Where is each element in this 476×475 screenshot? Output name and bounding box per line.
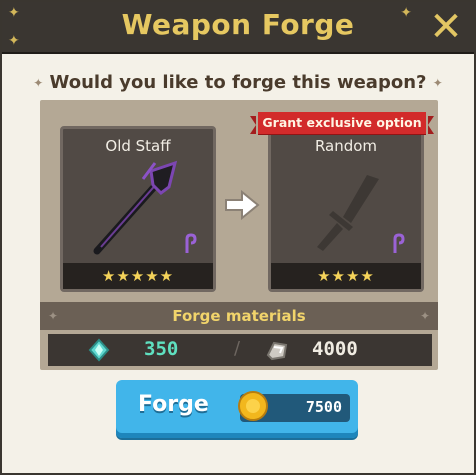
ornament-left-icon: ✦ bbox=[48, 309, 59, 323]
forge-price-value: 7500 bbox=[305, 398, 342, 416]
sword-silhouette-icon bbox=[317, 175, 379, 251]
ornament-left-icon: ✦ bbox=[33, 76, 44, 90]
materials-title: Forge materials bbox=[172, 307, 306, 325]
exclusive-option-ribbon: Grant exclusive option bbox=[250, 112, 434, 134]
forge-price: 7500 bbox=[238, 391, 350, 422]
forge-button[interactable]: Forge 7500 bbox=[116, 380, 358, 438]
dialog-header: ✦ ✦ ✦ Weapon Forge ✕ bbox=[2, 2, 474, 54]
source-weapon-card[interactable]: Old Staff ★★★★★ bbox=[60, 126, 216, 292]
ore-icon bbox=[266, 341, 288, 361]
staff-icon bbox=[93, 160, 178, 255]
result-weapon-stars: ★★★★ bbox=[271, 263, 421, 289]
class-hook-icon bbox=[185, 233, 197, 253]
source-weapon-stars: ★★★★★ bbox=[63, 263, 213, 289]
ornament-right-icon: ✦ bbox=[432, 76, 443, 90]
dialog-title: Weapon Forge bbox=[121, 8, 355, 41]
close-button[interactable]: ✕ bbox=[426, 7, 466, 47]
class-hook-icon bbox=[393, 233, 405, 253]
source-weapon-name: Old Staff bbox=[105, 137, 171, 155]
result-weapon-card[interactable]: Random ★★★★ bbox=[268, 126, 424, 292]
forge-dialog: ✦ ✦ ✦ Weapon Forge ✕ ✦ Would you like to… bbox=[0, 0, 476, 475]
divider: / bbox=[234, 338, 241, 359]
question-text: Would you like to forge this weapon? bbox=[49, 72, 427, 93]
materials-header: ✦ Forge materials ✦ bbox=[40, 302, 438, 330]
ore-amount: 4000 bbox=[312, 338, 358, 360]
arrow-right-icon bbox=[225, 190, 260, 220]
crystal-amount: 350 bbox=[144, 338, 179, 360]
forge-question: ✦ Would you like to forge this weapon? ✦ bbox=[2, 72, 474, 93]
gold-coin-icon bbox=[238, 391, 268, 421]
ornament-right-icon: ✦ bbox=[419, 309, 430, 323]
forge-button-label: Forge bbox=[138, 392, 209, 417]
result-weapon-name: Random bbox=[314, 137, 378, 155]
materials-row: 350 / 4000 bbox=[48, 334, 432, 366]
crystal-icon bbox=[88, 338, 110, 362]
close-icon: ✕ bbox=[429, 4, 463, 50]
